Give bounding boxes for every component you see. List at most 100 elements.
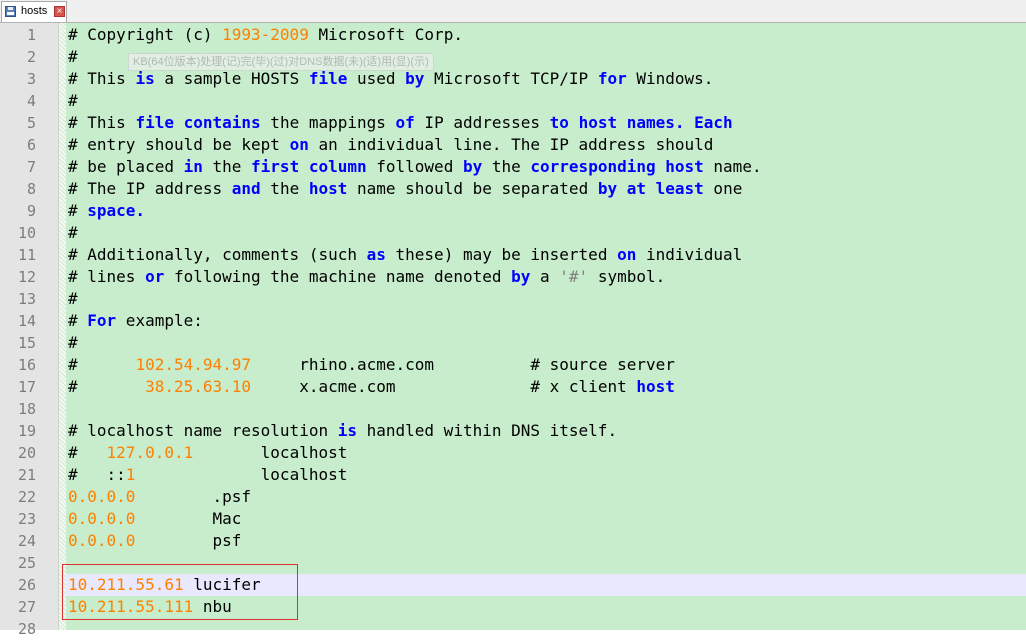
code-line[interactable]: 8 # The IP address and the host name shou… bbox=[0, 178, 1026, 200]
keyword-token: file bbox=[308, 69, 348, 88]
code-line[interactable]: 18 bbox=[0, 398, 1026, 420]
line-text[interactable]: 0.0.0.0 psf bbox=[68, 530, 241, 552]
line-number: 18 bbox=[17, 400, 36, 418]
code-line[interactable]: 7 # be placed in the first column followe… bbox=[0, 156, 1026, 178]
code-line[interactable]: 16 # 102.54.94.97 rhino.acme.com # source… bbox=[0, 354, 1026, 376]
tab-hosts[interactable]: hosts × bbox=[1, 1, 67, 22]
text-token: rhino.acme.com # source server bbox=[251, 355, 675, 374]
code-line[interactable]: 26 10.211.55.61 lucifer bbox=[0, 574, 1026, 596]
keyword-token: host names. Each bbox=[578, 113, 733, 132]
text-token: name. bbox=[703, 157, 762, 176]
text-token: a sample HOSTS bbox=[154, 69, 309, 88]
code-line[interactable]: 21 # ::1 localhost bbox=[0, 464, 1026, 486]
code-line[interactable]: 3 # This is a sample HOSTS file used by M… bbox=[0, 68, 1026, 90]
line-text[interactable]: # Additionally, comments (such as these)… bbox=[68, 244, 742, 266]
code-line[interactable]: 28 bbox=[0, 618, 1026, 640]
keyword-token: of bbox=[395, 113, 415, 132]
line-text[interactable]: # 38.25.63.10 x.acme.com # x client host bbox=[68, 376, 675, 398]
code-line[interactable]: 23 0.0.0.0 Mac bbox=[0, 508, 1026, 530]
line-text[interactable]: # This is a sample HOSTS file used by Mi… bbox=[68, 68, 713, 90]
code-line[interactable]: 10 # bbox=[0, 222, 1026, 244]
line-text[interactable]: # localhost name resolution is handled w… bbox=[68, 420, 617, 442]
line-text[interactable]: # For example: bbox=[68, 310, 203, 332]
line-text[interactable]: # bbox=[68, 288, 78, 310]
save-icon bbox=[5, 6, 16, 17]
text-token: these) may be inserted bbox=[385, 245, 618, 264]
close-tab-button[interactable]: × bbox=[54, 6, 65, 17]
line-text[interactable]: # The IP address and the host name shoul… bbox=[68, 178, 742, 200]
code-line[interactable]: 12 # lines or following the machine name … bbox=[0, 266, 1026, 288]
text-token: followed bbox=[366, 157, 463, 176]
line-text[interactable]: # ::1 localhost bbox=[68, 464, 347, 486]
code-line[interactable]: 13 # bbox=[0, 288, 1026, 310]
text-token: # bbox=[68, 333, 78, 352]
line-number: 12 bbox=[17, 268, 36, 286]
line-text[interactable]: 0.0.0.0 .psf bbox=[68, 486, 251, 508]
line-text[interactable]: 0.0.0.0 Mac bbox=[68, 508, 241, 530]
text-token: the bbox=[202, 157, 252, 176]
keyword-token: to bbox=[549, 113, 569, 132]
editor[interactable]: 1 # Copyright (c) 1993-2009 Microsoft Cor… bbox=[0, 23, 1026, 638]
line-number: 5 bbox=[26, 114, 36, 132]
code-line[interactable]: 22 0.0.0.0 .psf bbox=[0, 486, 1026, 508]
keyword-token: is bbox=[135, 69, 155, 88]
line-text[interactable]: # 127.0.0.1 localhost bbox=[68, 442, 347, 464]
text-token: name should be separated bbox=[347, 179, 598, 198]
line-number: 9 bbox=[26, 202, 36, 220]
text-token: Microsoft Corp. bbox=[308, 25, 463, 44]
text-token: psf bbox=[135, 531, 242, 550]
code-line[interactable]: 24 0.0.0.0 psf bbox=[0, 530, 1026, 552]
line-text[interactable]: # bbox=[68, 222, 78, 244]
text-token: IP addresses bbox=[414, 113, 550, 132]
keyword-token: for bbox=[597, 69, 627, 88]
code-line[interactable]: 1 # Copyright (c) 1993-2009 Microsoft Cor… bbox=[0, 24, 1026, 46]
code-line[interactable]: 14 # For example: bbox=[0, 310, 1026, 332]
line-number: 20 bbox=[17, 444, 36, 462]
line-text[interactable]: # 102.54.94.97 rhino.acme.com # source s… bbox=[68, 354, 675, 376]
text-token: Microsoft TCP/IP bbox=[424, 69, 598, 88]
line-number: 1 bbox=[26, 26, 36, 44]
line-text[interactable]: 10.211.55.111 nbu bbox=[68, 596, 232, 618]
line-text[interactable]: # be placed in the first column followed… bbox=[68, 156, 762, 178]
keyword-token: in bbox=[183, 157, 203, 176]
line-number: 4 bbox=[26, 92, 36, 110]
text-token: following the machine name denoted bbox=[164, 267, 512, 286]
line-text[interactable]: 10.211.55.61 lucifer bbox=[68, 574, 261, 596]
text-token: .psf bbox=[135, 487, 252, 506]
line-text[interactable]: # bbox=[68, 332, 78, 354]
line-text[interactable]: # bbox=[68, 90, 78, 112]
text-token: # localhost name resolution bbox=[68, 421, 338, 440]
code-line[interactable]: 20 # 127.0.0.1 localhost bbox=[0, 442, 1026, 464]
line-number: 28 bbox=[17, 620, 36, 638]
text-token: # bbox=[68, 443, 107, 462]
line-text[interactable]: # bbox=[68, 46, 78, 68]
number-token: 1993-2009 bbox=[222, 25, 309, 44]
line-text[interactable]: # space. bbox=[68, 200, 145, 222]
line-number: 7 bbox=[26, 158, 36, 176]
text-token: example: bbox=[116, 311, 203, 330]
text-token: Mac bbox=[135, 509, 242, 528]
code-line[interactable]: 27 10.211.55.111 nbu bbox=[0, 596, 1026, 618]
code-line[interactable]: 25 bbox=[0, 552, 1026, 574]
code-line[interactable]: 6 # entry should be kept on an individual… bbox=[0, 134, 1026, 156]
keyword-token: corresponding host bbox=[530, 157, 704, 176]
text-token: # bbox=[68, 289, 78, 308]
text-token: # The IP address bbox=[68, 179, 232, 198]
line-text[interactable]: # entry should be kept on an individual … bbox=[68, 134, 713, 156]
line-text[interactable]: # Copyright (c) 1993-2009 Microsoft Corp… bbox=[68, 24, 463, 46]
text-token: an individual line. The IP address shoul… bbox=[308, 135, 714, 154]
code-line[interactable]: 5 # This file contains the mappings of IP… bbox=[0, 112, 1026, 134]
code-line[interactable]: 17 # 38.25.63.10 x.acme.com # x client ho… bbox=[0, 376, 1026, 398]
line-text[interactable]: # This file contains the mappings of IP … bbox=[68, 112, 733, 134]
code-line[interactable]: 4 # bbox=[0, 90, 1026, 112]
line-number: 25 bbox=[17, 554, 36, 572]
code-line[interactable]: 11 # Additionally, comments (such as thes… bbox=[0, 244, 1026, 266]
code-line[interactable]: 15 # bbox=[0, 332, 1026, 354]
text-token: nbu bbox=[193, 597, 232, 616]
text-token: the bbox=[482, 157, 531, 176]
line-number: 8 bbox=[26, 180, 36, 198]
line-number: 24 bbox=[17, 532, 36, 550]
code-line[interactable]: 19 # localhost name resolution is handled… bbox=[0, 420, 1026, 442]
code-line[interactable]: 9 # space. bbox=[0, 200, 1026, 222]
line-text[interactable]: # lines or following the machine name de… bbox=[68, 266, 665, 288]
